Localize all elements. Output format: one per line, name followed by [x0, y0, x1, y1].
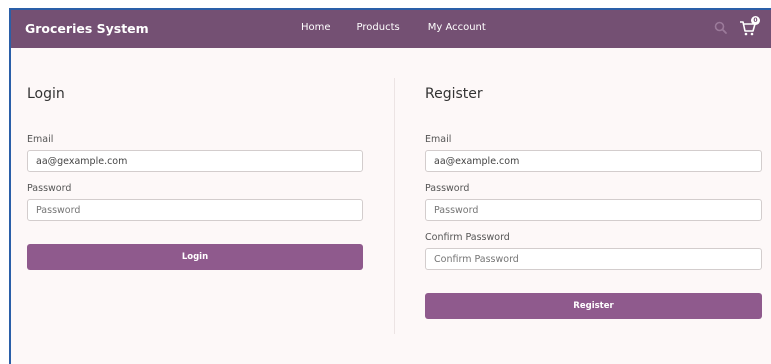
register-confirm-password-input[interactable]: [425, 248, 762, 270]
register-email-label: Email: [425, 134, 452, 145]
search-icon[interactable]: [713, 20, 729, 36]
login-email-label: Email: [27, 134, 54, 145]
nav-link-products[interactable]: Products: [357, 22, 400, 33]
cart-icon[interactable]: 0: [739, 16, 760, 37]
navbar: Groceries System Home Products My Accoun…: [11, 10, 771, 48]
cart-count-badge: 0: [751, 16, 760, 25]
register-password-label: Password: [425, 183, 470, 194]
nav-link-my-account[interactable]: My Account: [428, 22, 486, 33]
app-window: Groceries System Home Products My Accoun…: [9, 8, 771, 364]
login-email-input[interactable]: [27, 150, 363, 172]
register-email-input[interactable]: [425, 150, 762, 172]
nav-icons: 0: [713, 16, 760, 37]
register-confirm-password-label: Confirm Password: [425, 232, 510, 243]
login-password-input[interactable]: [27, 199, 363, 221]
nav-link-home[interactable]: Home: [301, 22, 331, 33]
register-button[interactable]: Register: [425, 293, 762, 319]
login-button[interactable]: Login: [27, 244, 363, 270]
login-password-label: Password: [27, 183, 72, 194]
nav-links: Home Products My Account: [301, 22, 512, 33]
login-title: Login: [27, 86, 65, 102]
register-password-input[interactable]: [425, 199, 762, 221]
register-title: Register: [425, 86, 483, 102]
brand-logo[interactable]: Groceries System: [25, 21, 149, 36]
column-divider: [394, 78, 395, 334]
